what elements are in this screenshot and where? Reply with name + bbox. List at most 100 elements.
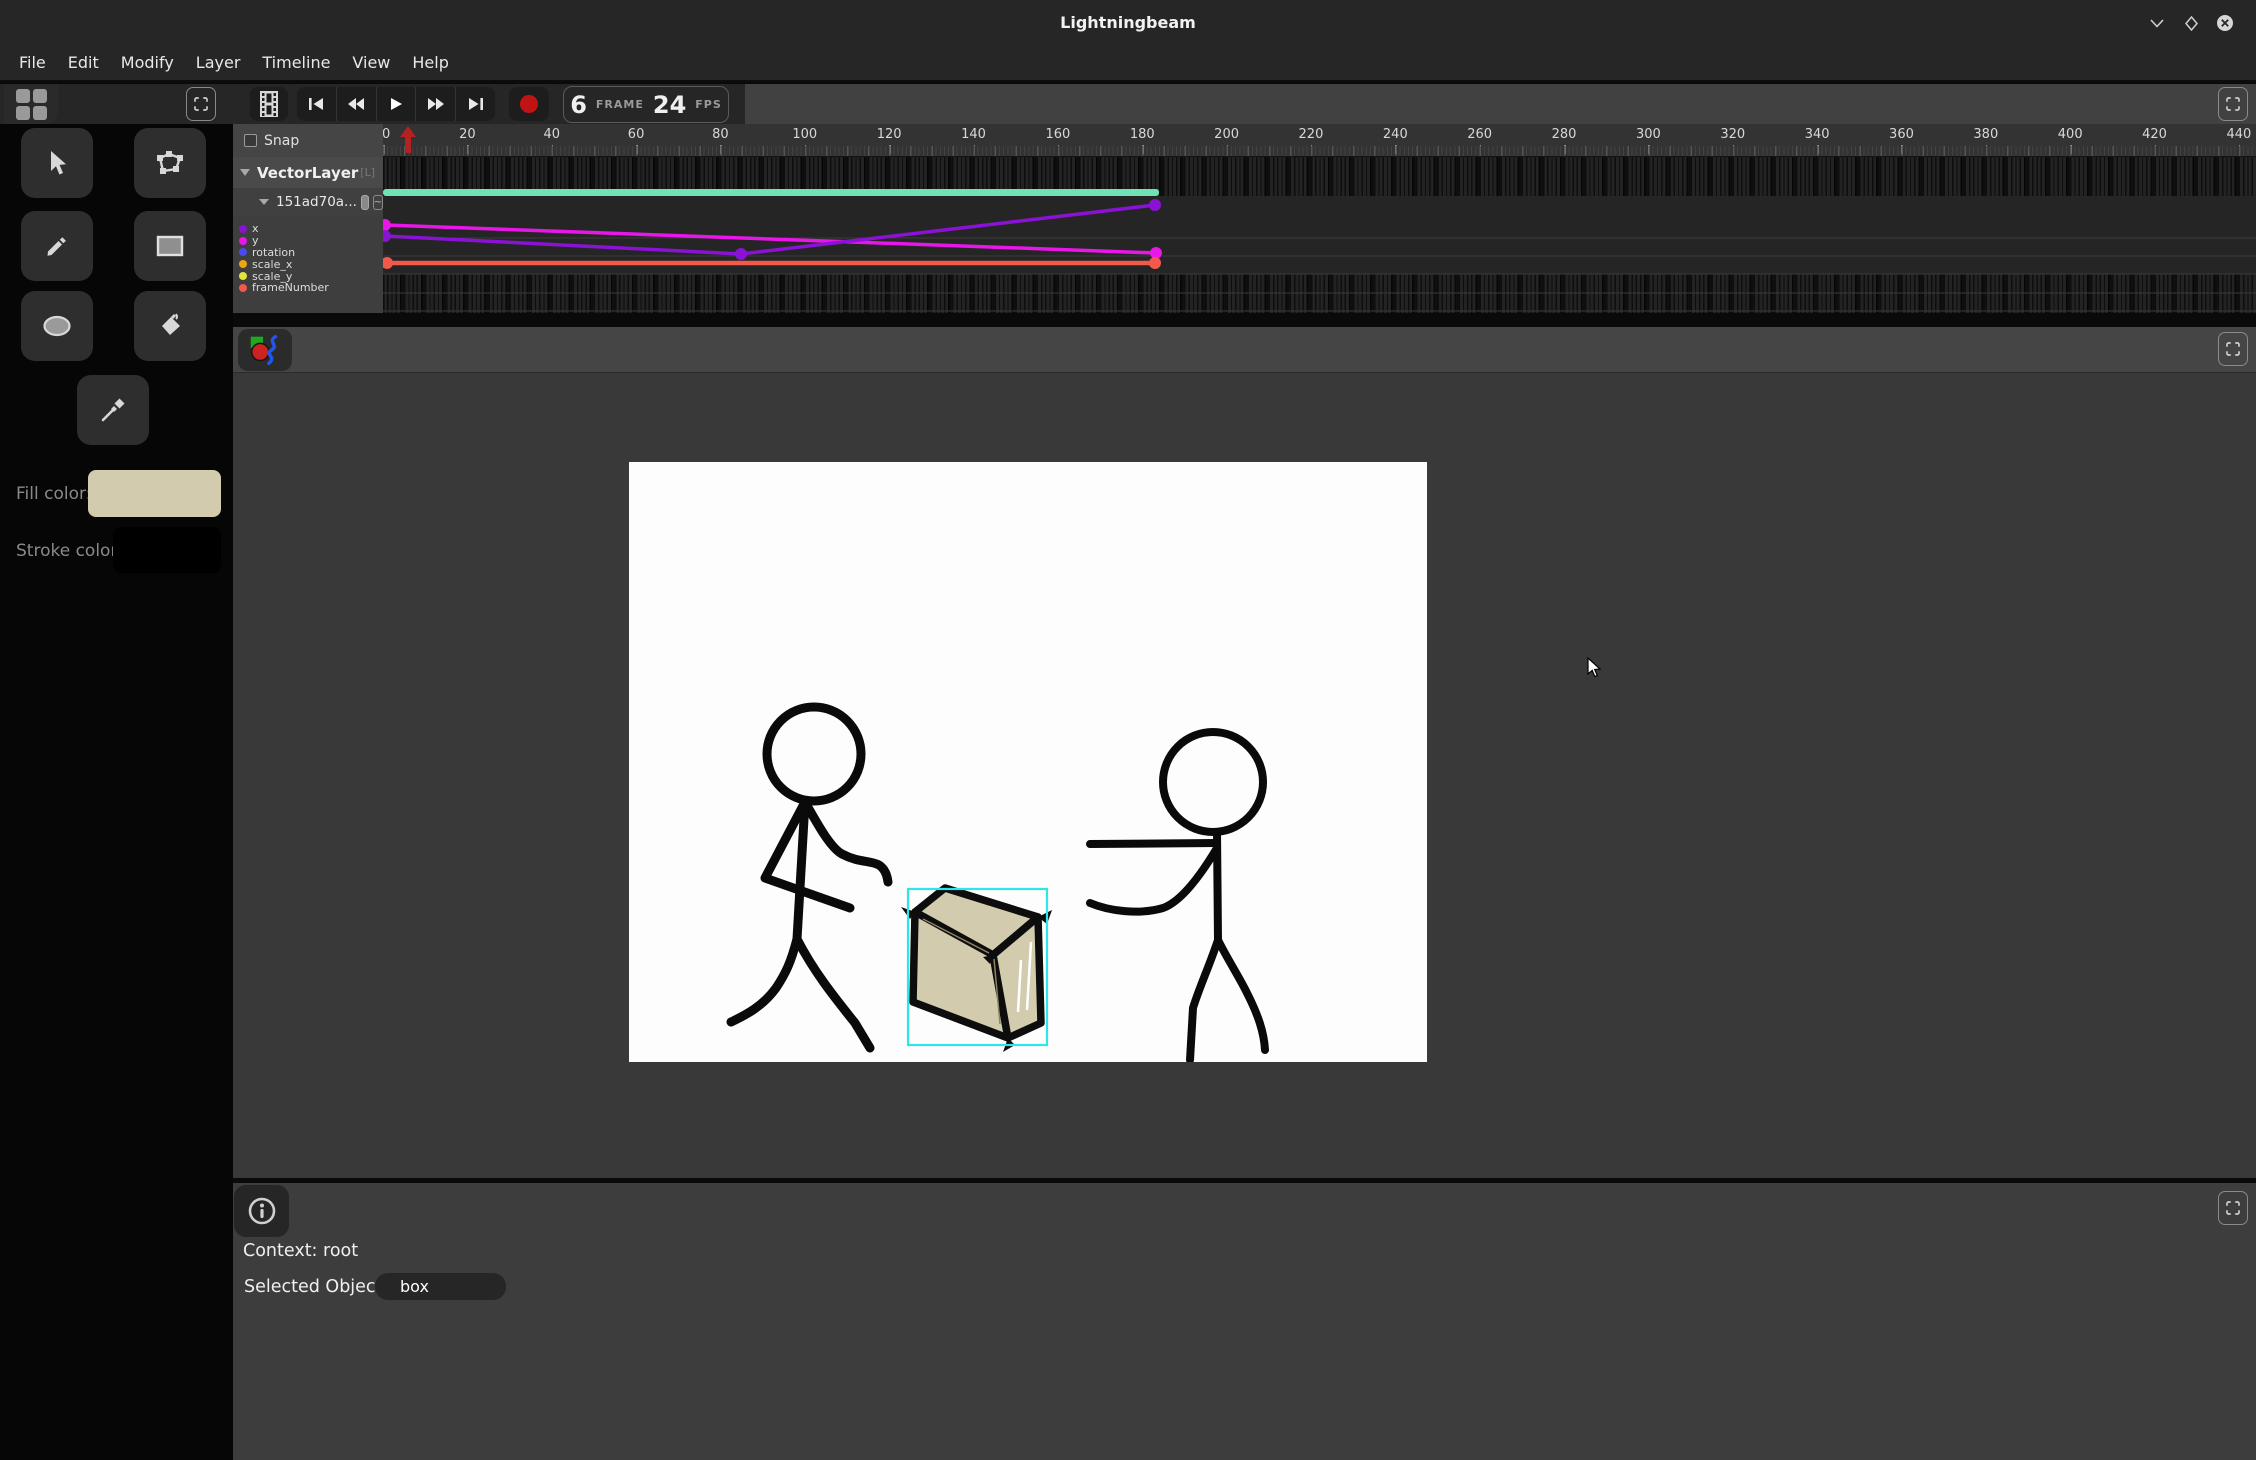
menu-help[interactable]: Help — [401, 46, 459, 80]
menu-edit[interactable]: Edit — [57, 46, 110, 80]
rectangle-icon — [156, 235, 184, 257]
property-row-scale_y[interactable]: scale_y — [233, 270, 383, 282]
collapse-triangle-icon[interactable] — [240, 169, 250, 176]
ruler-major-tick — [1227, 145, 1229, 154]
fps-value[interactable]: 24 — [653, 91, 686, 119]
ruler-major-tick — [383, 145, 385, 154]
skip-start-icon — [308, 97, 324, 111]
transport-controls — [297, 87, 495, 121]
property-label: x — [252, 223, 259, 234]
grid-menu-icon[interactable] — [4, 84, 58, 124]
layer-name: VectorLayer — [257, 164, 358, 182]
menu-file[interactable]: File — [8, 46, 57, 80]
menu-layer[interactable]: Layer — [185, 46, 252, 80]
info-button[interactable] — [234, 1185, 289, 1237]
rectangle-tool-button[interactable] — [134, 211, 206, 281]
transport-zone: 6 FRAME 24 FPS — [233, 84, 745, 124]
timeline-tracks[interactable] — [383, 157, 2256, 313]
chevron-down-icon[interactable] — [2146, 12, 2168, 34]
film-icon — [259, 91, 279, 117]
play-button[interactable] — [377, 87, 417, 121]
keyframe-dot-frameNumber[interactable] — [1149, 257, 1161, 269]
transform-tool-button[interactable] — [134, 128, 206, 198]
pencil-icon — [44, 233, 70, 259]
ruler-tick-label: 200 — [1214, 127, 1239, 142]
tilde-button[interactable]: ~ — [373, 195, 383, 210]
ruler-major-tick — [467, 145, 469, 154]
expand-panel-button[interactable] — [2218, 332, 2248, 366]
keyframe-dot-x[interactable] — [735, 248, 747, 260]
playhead[interactable] — [400, 126, 416, 154]
diamond-icon[interactable] — [2180, 12, 2202, 34]
expand-icon — [192, 95, 210, 113]
record-icon — [519, 94, 539, 114]
layer-row-sublayer[interactable]: 151ad70a... ~ — [233, 188, 383, 216]
ruler-tick-label: 100 — [792, 127, 817, 142]
paint-bucket-tool-button[interactable] — [134, 291, 206, 361]
fill-color-label: Fill color: — [16, 484, 91, 504]
property-row-scale_x[interactable]: scale_x — [233, 258, 383, 270]
keyframe-dot-frameNumber[interactable] — [383, 257, 393, 269]
visibility-swatch-button[interactable] — [361, 195, 369, 210]
frame-value[interactable]: 6 — [570, 91, 587, 119]
ruler-tick-label: 120 — [877, 127, 902, 142]
ruler-tick-label: 340 — [1805, 127, 1830, 142]
property-color-dot — [239, 248, 247, 256]
ruler-tick-label: 160 — [1045, 127, 1070, 142]
collapse-triangle-icon[interactable] — [259, 199, 269, 205]
property-row-frameNumber[interactable]: frameNumber — [233, 282, 383, 294]
ruler-major-tick — [1648, 145, 1650, 154]
ruler-tick-label: 360 — [1889, 127, 1914, 142]
title-bar: Lightningbeam — [0, 0, 2256, 46]
fast-forward-button[interactable] — [416, 87, 456, 121]
stick-figure-right — [1090, 732, 1265, 1060]
layer-extent-bar[interactable] — [383, 189, 1159, 196]
rewind-button[interactable] — [337, 87, 377, 121]
ruler-major-tick — [2070, 145, 2072, 154]
eyedropper-icon — [100, 397, 126, 423]
ruler-tick-label: 240 — [1383, 127, 1408, 142]
film-button[interactable] — [250, 87, 288, 121]
stick-figure-left — [731, 707, 888, 1048]
ruler-major-tick — [974, 145, 976, 154]
expand-panel-button[interactable] — [186, 87, 216, 121]
skip-to-start-button[interactable] — [297, 87, 337, 121]
eyedropper-tool-button[interactable] — [77, 375, 149, 445]
expand-panel-button[interactable] — [2218, 87, 2248, 121]
rewind-icon — [347, 97, 365, 111]
keyframe-dot-x[interactable] — [1149, 199, 1161, 211]
inspector-panel: Context: root Selected Object box — [233, 1183, 2256, 1460]
property-row-y[interactable]: y — [233, 235, 383, 247]
snap-checkbox[interactable] — [244, 134, 257, 147]
ruler-major-tick — [1311, 145, 1313, 154]
layer-row-vectorlayer[interactable]: VectorLayer [L] — [233, 157, 383, 188]
stroke-color-swatch[interactable] — [113, 527, 221, 573]
ruler-tick-label: 60 — [628, 127, 645, 142]
stage-canvas[interactable] — [629, 462, 1427, 1062]
menu-view[interactable]: View — [341, 46, 401, 80]
box-object — [901, 888, 1052, 1052]
expand-panel-button[interactable] — [2218, 1191, 2248, 1225]
keyframe-dot-x[interactable] — [383, 230, 391, 242]
skip-to-end-button[interactable] — [456, 87, 495, 121]
keyframe-dot-y[interactable] — [383, 219, 391, 231]
property-row-rotation[interactable]: rotation — [233, 247, 383, 259]
app-window: Lightningbeam FileEditModifyLayerTimelin… — [0, 0, 2256, 1460]
menu-modify[interactable]: Modify — [110, 46, 185, 80]
stage-logo-button[interactable] — [238, 329, 292, 371]
expand-icon — [2224, 1199, 2242, 1217]
pencil-tool-button[interactable] — [21, 211, 93, 281]
ellipse-tool-button[interactable] — [21, 291, 93, 361]
frame-counter: 6 FRAME 24 FPS — [563, 86, 729, 123]
property-color-dot — [239, 260, 247, 268]
selected-object-input[interactable]: box — [375, 1273, 506, 1300]
ruler-major-tick — [720, 145, 722, 154]
ruler-major-tick — [1480, 145, 1482, 154]
select-tool-button[interactable] — [21, 128, 93, 198]
property-row-x[interactable]: x — [233, 223, 383, 235]
close-icon[interactable] — [2214, 12, 2236, 34]
fill-color-swatch[interactable] — [88, 470, 221, 517]
menu-timeline[interactable]: Timeline — [251, 46, 341, 80]
timeline-ruler[interactable]: 0204060801001201401601802002202402602803… — [383, 124, 2256, 157]
record-button[interactable] — [509, 87, 549, 121]
